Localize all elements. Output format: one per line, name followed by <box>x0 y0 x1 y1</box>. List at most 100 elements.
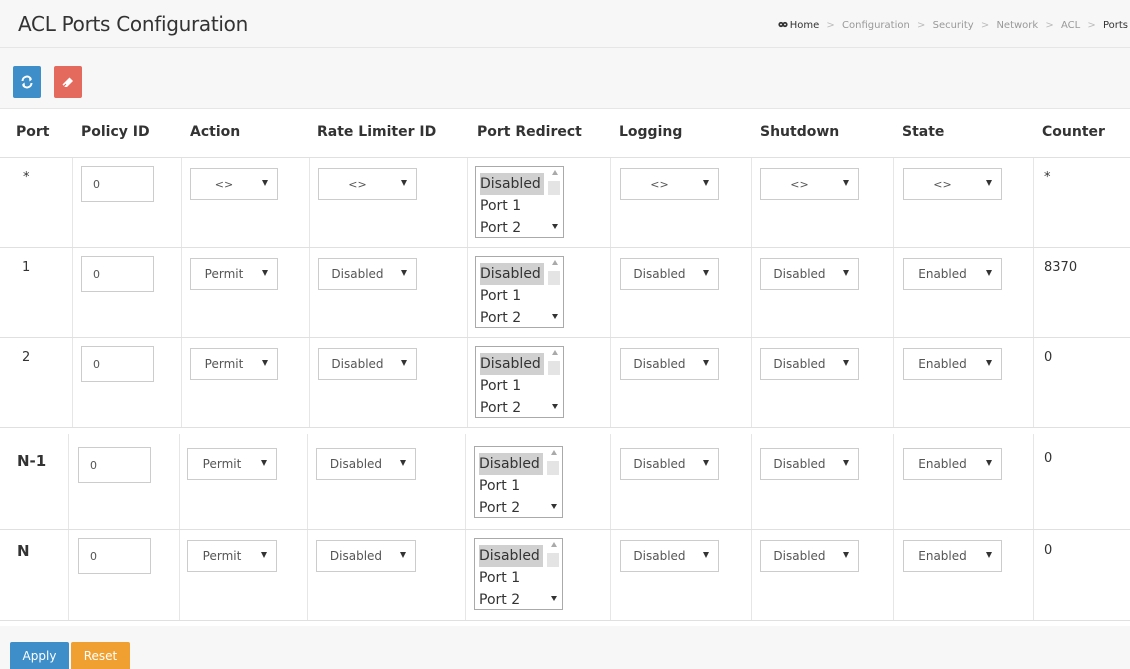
breadcrumb-item-network[interactable]: Network <box>996 20 1038 31</box>
refresh-button[interactable] <box>13 66 41 98</box>
listbox-scrollbar[interactable] <box>546 257 563 327</box>
rate-limiter-select[interactable]: <> <box>318 168 417 200</box>
port-redirect-listbox[interactable]: Disabled Port 1 Port 2 <box>474 538 563 610</box>
logging-select[interactable]: Disabled <box>620 540 719 572</box>
policy-id-input[interactable]: 0 <box>81 166 154 202</box>
state-select[interactable]: Enabled <box>903 448 1002 480</box>
logging-select[interactable]: Disabled <box>620 348 719 380</box>
policy-id-input[interactable]: 0 <box>81 346 154 382</box>
state-select[interactable]: Enabled <box>903 540 1002 572</box>
logging-select[interactable]: Disabled <box>620 258 719 290</box>
policy-id-input[interactable]: 0 <box>78 447 151 483</box>
table-row: N 0 Permit Disabled Disabled Port 1 Port… <box>0 530 1130 621</box>
counter-value: * <box>1044 170 1051 185</box>
breadcrumb-item-home[interactable]: Home <box>790 20 820 31</box>
listbox-scrollbar[interactable] <box>546 167 563 237</box>
action-select[interactable]: Permit <box>187 540 277 572</box>
state-select[interactable]: Enabled <box>903 348 1002 380</box>
breadcrumb-item-ports: Ports <box>1102 20 1128 31</box>
logging-select[interactable]: Disabled <box>620 448 719 480</box>
redirect-option[interactable]: Port 2 <box>480 397 524 417</box>
shutdown-select[interactable]: <> <box>760 168 859 200</box>
scroll-up-icon[interactable] <box>552 260 558 265</box>
chevron-down-icon <box>843 360 849 366</box>
redirect-option[interactable]: Disabled <box>480 173 544 195</box>
redirect-option[interactable]: Port 2 <box>480 217 524 237</box>
port-redirect-listbox[interactable]: Disabled Port 1 Port 2 <box>475 166 564 238</box>
breadcrumb-separator: > <box>826 20 835 31</box>
table-row: * 0 <> <> Disabled Port 1 Port 2 <> <> <… <box>0 158 1130 248</box>
action-select[interactable]: <> <box>190 168 278 200</box>
rate-limiter-select[interactable]: Disabled <box>318 258 417 290</box>
logging-select[interactable]: <> <box>620 168 719 200</box>
chevron-down-icon <box>703 270 709 276</box>
redirect-option[interactable]: Port 1 <box>479 475 523 497</box>
scroll-up-icon[interactable] <box>552 350 558 355</box>
eraser-icon <box>62 77 73 87</box>
scroll-down-icon[interactable] <box>551 504 557 509</box>
action-select[interactable]: Permit <box>190 348 278 380</box>
scroll-up-icon[interactable] <box>552 170 558 175</box>
action-select-value: Permit <box>202 549 242 563</box>
action-select-value: Permit <box>204 357 244 371</box>
chevron-down-icon <box>262 270 268 276</box>
state-select-value: Enabled <box>918 457 967 471</box>
shutdown-select[interactable]: Disabled <box>760 540 859 572</box>
redirect-option[interactable]: Port 1 <box>480 195 524 217</box>
listbox-scrollbar[interactable] <box>545 447 562 517</box>
action-select[interactable]: Permit <box>187 448 277 480</box>
redirect-option[interactable]: Port 2 <box>480 307 524 327</box>
rate-limiter-select[interactable]: Disabled <box>316 540 416 572</box>
scroll-down-icon[interactable] <box>552 404 558 409</box>
port-redirect-listbox[interactable]: Disabled Port 1 Port 2 <box>475 256 564 328</box>
rate-limiter-select-value: <> <box>348 178 367 191</box>
redirect-option[interactable]: Disabled <box>480 353 544 375</box>
clear-button[interactable] <box>54 66 82 98</box>
breadcrumb-separator: > <box>1087 20 1096 31</box>
policy-id-input[interactable]: 0 <box>81 256 154 292</box>
policy-id-input[interactable]: 0 <box>78 538 151 574</box>
apply-button[interactable]: Apply <box>10 642 69 669</box>
rate-limiter-select[interactable]: Disabled <box>318 348 417 380</box>
redirect-option[interactable]: Disabled <box>479 453 543 475</box>
listbox-scrollbar[interactable] <box>546 347 563 417</box>
scroll-down-icon[interactable] <box>552 314 558 319</box>
shutdown-select-value: <> <box>790 178 809 191</box>
redirect-option[interactable]: Port 1 <box>479 567 523 589</box>
port-redirect-listbox[interactable]: Disabled Port 1 Port 2 <box>475 346 564 418</box>
redirect-option[interactable]: Port 1 <box>480 375 524 397</box>
scroll-up-icon[interactable] <box>551 450 557 455</box>
chevron-down-icon <box>843 552 849 558</box>
shutdown-select[interactable]: Disabled <box>760 348 859 380</box>
listbox-scrollbar[interactable] <box>545 539 562 609</box>
reset-button[interactable]: Reset <box>71 642 130 669</box>
logging-select-value: <> <box>650 178 669 191</box>
breadcrumb-item-acl[interactable]: ACL <box>1061 20 1080 31</box>
breadcrumb-item-configuration[interactable]: Configuration <box>842 20 910 31</box>
counter-value: 0 <box>1044 350 1053 365</box>
rate-limiter-select[interactable]: Disabled <box>316 448 416 480</box>
redirect-option[interactable]: Disabled <box>480 263 544 285</box>
breadcrumb-item-security[interactable]: Security <box>933 20 974 31</box>
port-redirect-listbox[interactable]: Disabled Port 1 Port 2 <box>474 446 563 518</box>
state-select[interactable]: Enabled <box>903 258 1002 290</box>
state-select-value: <> <box>933 178 952 191</box>
redirect-option[interactable]: Port 2 <box>479 497 523 517</box>
redirect-option[interactable]: Disabled <box>479 545 543 567</box>
scroll-up-icon[interactable] <box>551 542 557 547</box>
state-select-value: Enabled <box>918 357 967 371</box>
redirect-option[interactable]: Port 2 <box>479 589 523 609</box>
scroll-down-icon[interactable] <box>552 224 558 229</box>
acl-ports-table: Port Policy ID Action Rate Limiter ID Po… <box>0 108 1130 626</box>
shutdown-select[interactable]: Disabled <box>760 258 859 290</box>
header-logging: Logging <box>619 124 683 140</box>
redirect-option[interactable]: Port 1 <box>480 285 524 307</box>
breadcrumb-home[interactable]: Home <box>778 20 823 31</box>
action-select[interactable]: Permit <box>190 258 278 290</box>
scroll-down-icon[interactable] <box>551 596 557 601</box>
state-select[interactable]: <> <box>903 168 1002 200</box>
counter-value: 0 <box>1044 451 1053 466</box>
shutdown-select[interactable]: Disabled <box>760 448 859 480</box>
chevron-down-icon <box>703 460 709 466</box>
dashboard-icon <box>778 21 788 28</box>
